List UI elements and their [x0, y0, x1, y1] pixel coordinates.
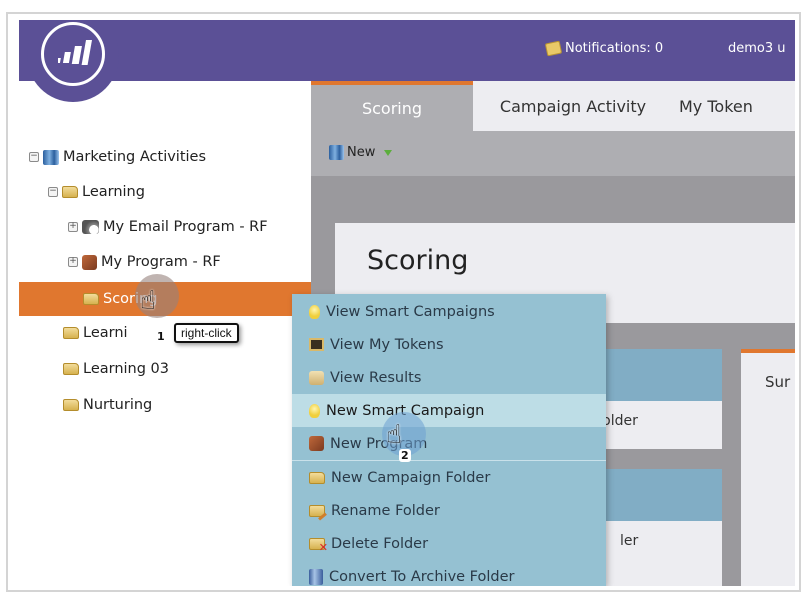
folder-icon: [309, 471, 325, 484]
tree-item-label: My Email Program - RF: [103, 219, 268, 235]
marketo-app: Notifications: 0 demo3 u Scoring Campaig…: [19, 20, 795, 586]
menu-item-label: Delete Folder: [331, 535, 429, 552]
collapse-icon[interactable]: −: [29, 152, 39, 162]
lightbulb-icon: [309, 403, 320, 418]
rename-folder-icon: [309, 504, 325, 517]
menu-item-new-program[interactable]: New Program: [292, 427, 606, 460]
expand-icon[interactable]: +: [68, 257, 78, 267]
tree-item-label: Marketing Activities: [63, 149, 207, 165]
menu-item-label: Rename Folder: [331, 502, 440, 519]
page-title: Scoring: [367, 245, 469, 276]
tree-item-learning-02[interactable]: Learni: [63, 316, 128, 350]
step-number: 1: [155, 330, 167, 343]
tab-campaign-activity[interactable]: Campaign Activity: [485, 81, 661, 131]
tree-item-learning[interactable]: − Learning: [48, 175, 145, 209]
menu-item-view-results[interactable]: View Results: [292, 361, 606, 394]
tree-item-nurturing[interactable]: Nurturing: [63, 388, 152, 422]
tree-item-learning-03[interactable]: Learning 03: [63, 352, 169, 386]
side-card: Sur: [741, 349, 795, 586]
context-menu: View Smart Campaigns View My Tokens View…: [292, 294, 606, 586]
tree-item-label: Learning 03: [83, 361, 170, 377]
folder-icon: [63, 327, 79, 339]
folder-icon: [62, 186, 78, 198]
marketing-book-icon: [329, 145, 344, 160]
hand-cursor-icon: ☝: [386, 420, 402, 450]
menu-item-view-my-tokens[interactable]: View My Tokens: [292, 328, 606, 361]
expand-icon[interactable]: +: [68, 222, 78, 232]
results-scroll-icon: [309, 370, 324, 385]
email-program-icon: [82, 220, 99, 234]
green-triangle-down-icon[interactable]: [384, 149, 393, 156]
right-click-callout: right-click: [174, 323, 239, 343]
user-menu[interactable]: demo3 u: [728, 41, 786, 56]
menu-item-delete-folder[interactable]: Delete Folder: [292, 527, 606, 560]
program-icon: [309, 436, 324, 451]
top-bar: Notifications: 0 demo3 u: [19, 20, 795, 81]
tree-item-label: Learni: [83, 325, 128, 341]
archive-folder-icon: [309, 568, 323, 585]
folder-icon: [83, 293, 99, 305]
lightbulb-icon: [309, 304, 320, 319]
tree-item-label: Learning: [82, 184, 145, 200]
hand-cursor-icon: ☝: [140, 286, 156, 316]
program-icon: [82, 254, 97, 270]
step-number: 2: [399, 449, 411, 462]
marketo-logo-icon: [41, 22, 105, 86]
menu-item-view-smart-campaigns[interactable]: View Smart Campaigns: [292, 295, 606, 328]
new-label: New: [347, 145, 376, 160]
marketing-book-icon: [43, 149, 59, 165]
logo-button[interactable]: [27, 20, 119, 102]
menu-item-new-smart-campaign[interactable]: New Smart Campaign: [292, 394, 606, 427]
collapse-icon[interactable]: −: [48, 187, 58, 197]
new-button[interactable]: New: [329, 145, 393, 160]
tab-my-tokens[interactable]: My Token: [679, 81, 795, 131]
tab-scoring[interactable]: Scoring: [311, 81, 473, 131]
menu-item-label: Convert To Archive Folder: [329, 568, 515, 585]
screenshot-frame: Notifications: 0 demo3 u Scoring Campaig…: [6, 12, 801, 592]
menu-item-new-campaign-folder[interactable]: New Campaign Folder: [292, 461, 606, 494]
token-icon: [309, 338, 324, 351]
tree-item-label: Nurturing: [83, 397, 153, 413]
tree-item-my-email-program[interactable]: + My Email Program - RF: [68, 210, 268, 244]
menu-item-label: New Campaign Folder: [331, 469, 491, 486]
menu-item-label: View Results: [330, 369, 422, 386]
folder-icon: [63, 363, 79, 375]
tree-item-my-program[interactable]: + My Program - RF: [68, 245, 221, 279]
delete-folder-icon: [309, 537, 328, 554]
menu-item-label: View My Tokens: [330, 336, 444, 353]
menu-item-rename-folder[interactable]: Rename Folder: [292, 494, 606, 527]
notifications-link[interactable]: Notifications: 0: [544, 40, 664, 57]
tab-bar: Scoring Campaign Activity My Token: [311, 81, 795, 131]
card-text: Sur: [765, 373, 791, 391]
notifications-label: Notifications: 0: [565, 41, 664, 56]
notification-note-icon: [544, 40, 563, 57]
menu-item-convert-to-archive-folder[interactable]: Convert To Archive Folder: [292, 560, 606, 586]
toolbar: New: [311, 131, 795, 176]
tree-item-marketing-activities[interactable]: − Marketing Activities: [29, 140, 206, 174]
menu-item-label: View Smart Campaigns: [326, 303, 495, 320]
folder-icon: [63, 399, 79, 411]
tree-item-label: My Program - RF: [101, 254, 221, 270]
